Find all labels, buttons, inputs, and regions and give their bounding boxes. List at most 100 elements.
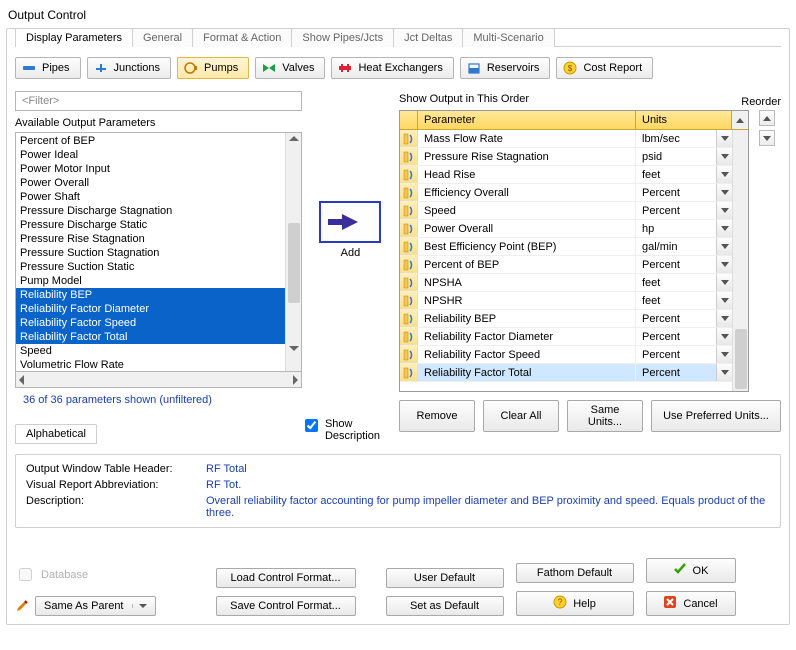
table-row[interactable]: Reliability Factor DiameterPercent [400, 328, 732, 346]
row-units-dropdown[interactable] [716, 238, 732, 255]
grid-scroll-up[interactable] [732, 111, 748, 129]
row-units-dropdown[interactable] [716, 130, 732, 147]
row-units-dropdown[interactable] [716, 292, 732, 309]
table-row[interactable]: Percent of BEPPercent [400, 256, 732, 274]
row-units-dropdown[interactable] [716, 184, 732, 201]
row-units-dropdown[interactable] [716, 220, 732, 237]
table-row[interactable]: SpeedPercent [400, 202, 732, 220]
cancel-button[interactable]: Cancel [646, 591, 736, 616]
category-valves[interactable]: Valves [255, 57, 325, 79]
table-row[interactable]: Power Overallhp [400, 220, 732, 238]
tab-label: Jct Deltas [404, 32, 452, 44]
remove-button[interactable]: Remove [399, 400, 475, 432]
tab-format-action[interactable]: Format & Action [192, 28, 292, 47]
category-pumps[interactable]: Pumps [177, 57, 249, 79]
show-description-input[interactable] [305, 419, 318, 432]
category-pipes[interactable]: Pipes [15, 57, 81, 79]
tab-general[interactable]: General [132, 28, 193, 47]
row-icon [400, 328, 418, 345]
row-units-dropdown[interactable] [716, 328, 732, 345]
list-item[interactable]: Percent of BEP [16, 134, 285, 148]
list-item[interactable]: Pressure Suction Stagnation [16, 246, 285, 260]
list-item[interactable]: Pressure Discharge Static [16, 218, 285, 232]
row-parameter: Best Efficiency Point (BEP) [418, 238, 636, 255]
category-cost-report[interactable]: $ Cost Report [556, 57, 653, 79]
help-icon: ? [553, 595, 567, 612]
list-item[interactable]: Power Overall [16, 176, 285, 190]
user-default-button[interactable]: User Default [386, 568, 504, 588]
list-item[interactable]: Volumetric Flow Rate [16, 358, 285, 371]
ok-button[interactable]: OK [646, 558, 736, 583]
category-row: Pipes Junctions Pumps Valves Heat Exchan… [15, 57, 781, 79]
row-units: gal/min [636, 238, 716, 255]
load-control-format-button[interactable]: Load Control Format... [216, 568, 356, 588]
row-units-dropdown[interactable] [716, 346, 732, 363]
list-item[interactable]: Power Ideal [16, 148, 285, 162]
top-tab-strip: Display Parameters General Format & Acti… [15, 28, 781, 47]
row-units-dropdown[interactable] [716, 148, 732, 165]
list-item[interactable]: Power Motor Input [16, 162, 285, 176]
table-row[interactable]: Reliability Factor SpeedPercent [400, 346, 732, 364]
table-row[interactable]: Reliability BEPPercent [400, 310, 732, 328]
row-units-dropdown[interactable] [716, 166, 732, 183]
chevron-down-icon [721, 334, 729, 339]
help-button[interactable]: ? Help [516, 591, 634, 616]
tab-jct-deltas[interactable]: Jct Deltas [393, 28, 463, 47]
table-row[interactable]: Reliability Factor TotalPercent [400, 364, 732, 382]
row-parameter: Reliability Factor Diameter [418, 328, 636, 345]
table-row[interactable]: Best Efficiency Point (BEP)gal/min [400, 238, 732, 256]
order-label: Show Output in This Order [399, 91, 529, 108]
show-description-label: ShowDescription [325, 418, 380, 442]
row-units-dropdown[interactable] [716, 310, 732, 327]
table-row[interactable]: Efficiency OverallPercent [400, 184, 732, 202]
same-as-parent-button[interactable]: Same As Parent [35, 596, 156, 616]
category-reservoirs[interactable]: Reservoirs [460, 57, 551, 79]
list-item[interactable]: Reliability Factor Total [16, 330, 285, 344]
category-heat-exchangers[interactable]: Heat Exchangers [331, 57, 453, 79]
row-units-dropdown[interactable] [716, 364, 732, 381]
grid-header-corner[interactable] [400, 111, 418, 129]
tab-show-pipes-jcts[interactable]: Show Pipes/Jcts [291, 28, 394, 47]
show-description-checkbox[interactable]: ShowDescription [301, 418, 380, 444]
tab-multi-scenario[interactable]: Multi-Scenario [462, 28, 554, 47]
list-item[interactable]: Pressure Rise Stagnation [16, 232, 285, 246]
same-units-button[interactable]: Same Units... [567, 400, 643, 432]
list-item[interactable]: Pressure Discharge Stagnation [16, 204, 285, 218]
list-item[interactable]: Reliability BEP [16, 288, 285, 302]
filter-input[interactable]: <Filter> [15, 91, 302, 111]
add-button[interactable] [319, 201, 381, 243]
list-item[interactable]: Power Shaft [16, 190, 285, 204]
row-units-dropdown[interactable] [716, 202, 732, 219]
grid-scrollbar-vertical[interactable] [732, 130, 748, 391]
available-listbox[interactable]: Percent of BEPPower IdealPower Motor Inp… [16, 133, 285, 371]
grid-header-parameter[interactable]: Parameter [418, 111, 636, 129]
row-icon [400, 238, 418, 255]
set-as-default-button[interactable]: Set as Default [386, 596, 504, 616]
row-units-dropdown[interactable] [716, 256, 732, 273]
fathom-default-button[interactable]: Fathom Default [516, 563, 634, 583]
table-row[interactable]: Mass Flow Ratelbm/sec [400, 130, 732, 148]
clear-all-button[interactable]: Clear All [483, 400, 559, 432]
list-item[interactable]: Reliability Factor Speed [16, 316, 285, 330]
list-item[interactable]: Reliability Factor Diameter [16, 302, 285, 316]
table-row[interactable]: NPSHAfeet [400, 274, 732, 292]
table-row[interactable]: NPSHRfeet [400, 292, 732, 310]
category-junctions[interactable]: Junctions [87, 57, 171, 79]
use-preferred-units-button[interactable]: Use Preferred Units... [651, 400, 781, 432]
list-item[interactable]: Pump Model [16, 274, 285, 288]
reorder-down-button[interactable] [759, 130, 775, 146]
list-scrollbar-horizontal[interactable] [15, 372, 302, 388]
list-item[interactable]: Pressure Suction Static [16, 260, 285, 274]
row-units-dropdown[interactable] [716, 274, 732, 291]
table-row[interactable]: Pressure Rise Stagnationpsid [400, 148, 732, 166]
tab-alphabetical[interactable]: Alphabetical [15, 424, 97, 444]
grid-header-units[interactable]: Units [636, 111, 732, 129]
tab-display-parameters[interactable]: Display Parameters [15, 28, 133, 47]
save-control-format-button[interactable]: Save Control Format... [216, 596, 356, 616]
table-row[interactable]: Head Risefeet [400, 166, 732, 184]
reorder-up-button[interactable] [759, 110, 775, 126]
list-scrollbar-vertical[interactable] [285, 133, 301, 371]
reservoir-icon [467, 61, 481, 75]
row-units: feet [636, 292, 716, 309]
list-item[interactable]: Speed [16, 344, 285, 358]
